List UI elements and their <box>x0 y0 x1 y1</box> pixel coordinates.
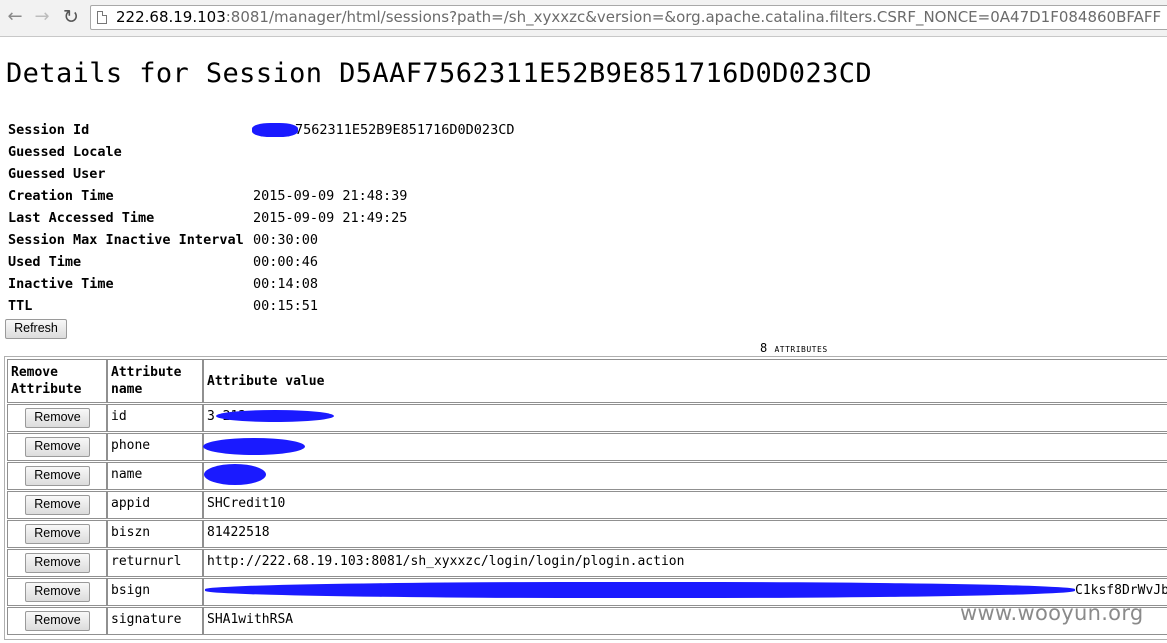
attribute-name: biszn <box>111 525 151 540</box>
header-remove-attribute: Remove Attribute <box>11 365 82 397</box>
detail-label-used-time: Used Time <box>8 254 82 270</box>
detail-label-guessed-locale: Guessed Locale <box>8 144 122 160</box>
attribute-name: returnurl <box>111 554 182 569</box>
value-cell <box>203 433 1167 461</box>
redaction-mark <box>204 464 266 485</box>
remove-button[interactable]: Remove <box>25 408 90 428</box>
redaction-mark <box>205 582 1075 598</box>
attribute-value: SHCredit10 <box>207 496 286 511</box>
attribute-name: name <box>111 467 143 482</box>
detail-label-max-inactive-interval: Session Max Inactive Interval <box>8 232 244 248</box>
browser-toolbar: ← → ↻ 222.68.19.103:8081/manager/html/se… <box>0 0 1167 37</box>
remove-button[interactable]: Remove <box>25 466 90 486</box>
redaction-mark <box>216 410 334 422</box>
header-attribute-name: Attribute name <box>111 365 182 397</box>
address-bar[interactable]: 222.68.19.103:8081/manager/html/sessions… <box>90 5 1167 30</box>
detail-label-inactive-time: Inactive Time <box>8 276 114 292</box>
detail-value-last-accessed-time: 2015-09-09 21:49:25 <box>253 210 408 226</box>
detail-label-session-id: Session Id <box>8 122 90 138</box>
attribute-name: appid <box>111 496 151 511</box>
value-cell <box>203 462 1167 490</box>
reload-icon[interactable]: ↻ <box>60 6 82 28</box>
detail-value-inactive-time: 00:14:08 <box>253 276 319 292</box>
redaction-mark <box>203 438 305 455</box>
header-cell-value <box>203 359 1167 403</box>
page-title: Details for Session D5AAF7562311E52B9E85… <box>6 58 873 89</box>
attribute-value: 81422518 <box>207 525 270 540</box>
remove-button[interactable]: Remove <box>25 611 90 631</box>
attribute-name: id <box>111 409 127 424</box>
detail-label-guessed-user: Guessed User <box>8 166 106 182</box>
detail-label-ttl: TTL <box>8 298 33 314</box>
attribute-value: SHA1withRSA <box>207 612 294 627</box>
attribute-name: signature <box>111 612 182 627</box>
detail-value-max-inactive-interval: 00:30:00 <box>253 232 319 248</box>
remove-button[interactable]: Remove <box>25 495 90 515</box>
detail-label-creation-time: Creation Time <box>8 188 114 204</box>
detail-value-session-id: 7562311E52B9E851716D0D023CD <box>295 122 515 138</box>
watermark: www.wooyun.org <box>960 601 1144 625</box>
value-cell <box>203 491 1167 519</box>
page-icon <box>97 11 107 24</box>
attribute-value: C1ksf8DrWvJb <box>1075 583 1167 598</box>
detail-value-used-time: 00:00:46 <box>253 254 319 270</box>
redaction-mark <box>252 123 298 137</box>
detail-value-creation-time: 2015-09-09 21:48:39 <box>253 188 408 204</box>
remove-button[interactable]: Remove <box>25 437 90 457</box>
back-arrow-icon[interactable]: ← <box>4 6 26 28</box>
value-cell <box>203 404 1167 432</box>
url-text: 222.68.19.103:8081/manager/html/sessions… <box>116 8 1162 26</box>
remove-button[interactable]: Remove <box>25 582 90 602</box>
forward-arrow-icon[interactable]: → <box>31 6 53 28</box>
attribute-count: 8 ATTRIBUTES <box>760 341 828 355</box>
detail-value-ttl: 00:15:51 <box>253 298 319 314</box>
remove-button[interactable]: Remove <box>25 553 90 573</box>
detail-label-last-accessed-time: Last Accessed Time <box>8 210 155 226</box>
header-attribute-value: Attribute value <box>207 374 325 389</box>
attribute-value: http://222.68.19.103:8081/sh_xyxxzc/logi… <box>207 554 685 569</box>
attribute-name: phone <box>111 438 151 453</box>
attribute-name: bsign <box>111 583 151 598</box>
remove-button[interactable]: Remove <box>25 524 90 544</box>
refresh-button[interactable]: Refresh <box>5 319 67 339</box>
value-cell <box>203 520 1167 548</box>
